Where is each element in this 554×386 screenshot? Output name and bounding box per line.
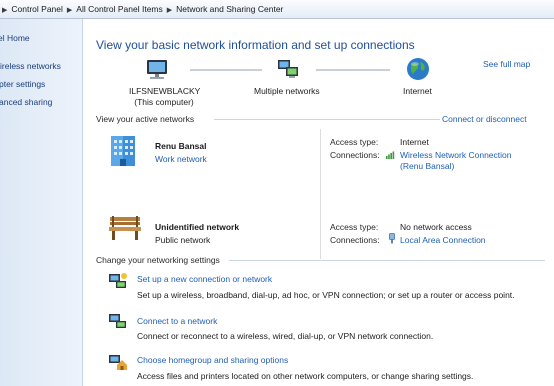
- connections-label: Connections:: [330, 235, 380, 245]
- new-connection-icon: [109, 273, 127, 288]
- ethernet-plug-icon: [389, 233, 395, 244]
- nav-change-adapter-settings[interactable]: pter settings: [0, 79, 45, 89]
- see-full-map-link[interactable]: See full map: [483, 59, 530, 69]
- work-network-building-icon: [111, 136, 135, 166]
- connect-to-network-icon: [109, 314, 126, 328]
- computer-sub: (This computer): [134, 97, 194, 107]
- access-type-label: Access type:: [330, 222, 379, 232]
- breadcrumb-network-sharing[interactable]: Network and Sharing Center: [176, 4, 283, 14]
- wireless-connection-link[interactable]: Wireless Network Connection: [400, 150, 511, 160]
- breadcrumb: ▶ Control Panel ▶ All Control Panel Items ▶ N…: [2, 4, 283, 14]
- computer-icon: [147, 60, 167, 79]
- computer-name: ILFSNEWBLACKY: [129, 86, 201, 96]
- networking-settings-heading: Change your networking settings: [96, 255, 220, 265]
- section-divider: [229, 260, 545, 261]
- connect-to-network-link[interactable]: Connect to a network: [137, 316, 217, 326]
- wireless-connection-name-link[interactable]: (Renu Bansal): [400, 161, 454, 171]
- setup-new-connection-desc: Set up a wireless, broadband, dial-up, a…: [137, 290, 515, 300]
- active-networks-heading: View your active networks: [96, 114, 195, 124]
- network-name-unidentified: Unidentified network: [155, 222, 240, 232]
- access-type-value: Internet: [400, 137, 429, 147]
- access-type-label: Access type:: [330, 137, 379, 147]
- main-content: View your basic network information and …: [84, 19, 554, 386]
- homegroup-sharing-link[interactable]: Choose homegroup and sharing options: [137, 355, 288, 365]
- work-network-link[interactable]: Work network: [155, 154, 207, 164]
- local-area-connection-link[interactable]: Local Area Connection: [400, 235, 486, 245]
- breadcrumb-all-items[interactable]: All Control Panel Items: [76, 4, 162, 14]
- breadcrumb-control-panel[interactable]: Control Panel: [11, 4, 63, 14]
- nav-manage-wireless-networks[interactable]: ireless networks: [0, 61, 61, 71]
- connections-label: Connections:: [330, 150, 380, 160]
- breadcrumb-separator-icon[interactable]: ▶: [167, 7, 172, 14]
- address-bar[interactable]: ▶ Control Panel ▶ All Control Panel Items ▶ N…: [0, 0, 554, 19]
- nav-advanced-sharing[interactable]: anced sharing: [0, 97, 52, 107]
- connect-to-network-desc: Connect or reconnect to a wireless, wire…: [137, 331, 434, 341]
- connect-or-disconnect-link[interactable]: Connect or disconnect: [442, 114, 527, 124]
- left-nav-pane: el Home ireless networks pter settings a…: [0, 19, 83, 386]
- map-link-line: [316, 69, 390, 71]
- internet-label: Internet: [403, 86, 432, 96]
- multiple-networks-label: Multiple networks: [254, 86, 320, 96]
- column-divider: [320, 129, 321, 259]
- access-type-value: No network access: [400, 222, 472, 232]
- breadcrumb-separator-icon[interactable]: ▶: [67, 7, 72, 14]
- homegroup-sharing-desc: Access files and printers located on oth…: [137, 371, 474, 381]
- multiple-networks-icon: [278, 60, 298, 78]
- nav-control-panel-home[interactable]: el Home: [0, 33, 30, 43]
- setup-new-connection-link[interactable]: Set up a new connection or network: [137, 274, 272, 284]
- internet-globe-icon: [407, 58, 429, 80]
- breadcrumb-separator-icon: ▶: [2, 7, 8, 14]
- wireless-signal-icon: [386, 151, 395, 159]
- public-network-bench-icon: [109, 216, 141, 240]
- map-link-line: [190, 69, 262, 71]
- page-title: View your basic network information and …: [96, 38, 415, 52]
- public-network-label: Public network: [155, 235, 211, 245]
- network-name-renu-bansal: Renu Bansal: [155, 141, 207, 151]
- section-divider: [214, 119, 440, 120]
- homegroup-icon: [109, 355, 127, 370]
